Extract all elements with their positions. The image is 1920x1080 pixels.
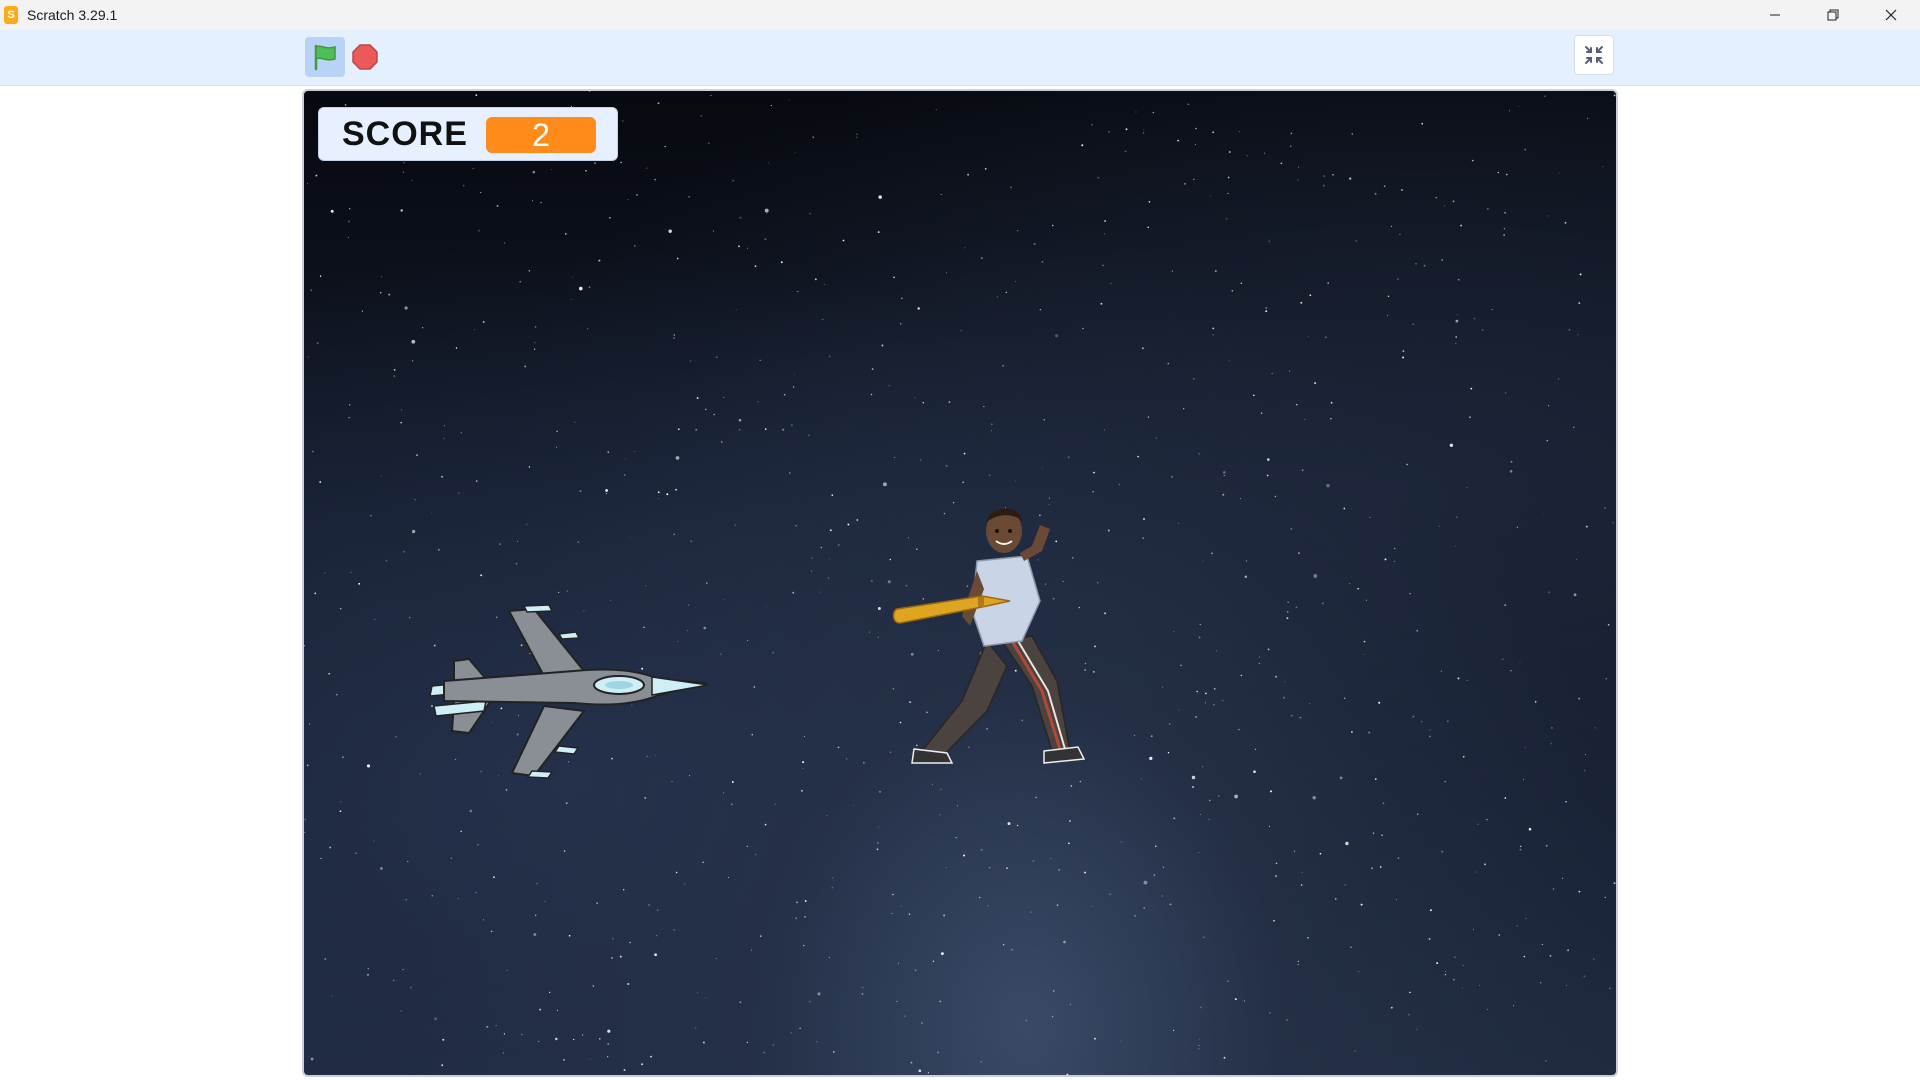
minimize-button[interactable] xyxy=(1746,0,1804,29)
title-bar: S Scratch 3.29.1 xyxy=(0,0,1920,29)
variable-monitor-score[interactable]: SCORE 2 xyxy=(318,107,618,161)
green-flag-button[interactable] xyxy=(305,37,345,77)
window-controls xyxy=(1746,0,1920,29)
stop-sign-icon xyxy=(352,44,378,70)
fighter-jet-sprite[interactable] xyxy=(424,601,714,781)
boy-with-bat-sprite[interactable] xyxy=(892,501,1112,771)
stage-header-toolbar xyxy=(0,29,1920,86)
close-button[interactable] xyxy=(1862,0,1920,29)
window-title: Scratch 3.29.1 xyxy=(27,6,118,23)
stage[interactable]: SCORE 2 xyxy=(302,89,1618,1077)
scratch-cat-icon: S xyxy=(4,5,18,24)
close-icon xyxy=(1885,9,1897,20)
green-flag-icon xyxy=(314,44,336,71)
monitor-label: SCORE xyxy=(342,114,468,153)
restore-icon xyxy=(1827,9,1839,20)
restore-button[interactable] xyxy=(1804,0,1862,29)
unfullscreen-icon xyxy=(1585,46,1603,64)
stop-button[interactable] xyxy=(350,37,380,77)
monitor-value: 2 xyxy=(486,117,596,153)
minimize-icon xyxy=(1770,14,1780,15)
unfullscreen-button[interactable] xyxy=(1574,35,1614,75)
